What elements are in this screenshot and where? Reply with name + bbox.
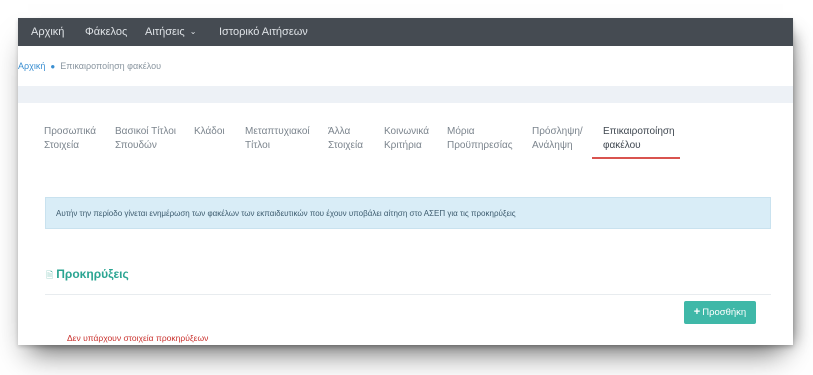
breadcrumb-current: Επικαιροποίηση φακέλου: [60, 61, 162, 71]
tab-label-line1: Προσωπικά: [44, 126, 97, 137]
tab-label-line1: Επικαιροποίηση: [603, 126, 675, 137]
tab-label-line1: Μεταπτυχιακοί: [245, 126, 310, 137]
section-divider: [45, 294, 771, 295]
info-alert-text: Αυτήν την περίοδο γίνεται ενημέρωση των …: [56, 209, 516, 218]
section-title-text: Προκηρύξεις: [56, 267, 129, 281]
app-window: Αρχική Φάκελος Αιτήσεις ⌄ Ιστορικό Αιτήσε…: [18, 18, 793, 345]
tab-label-line2: φακέλου: [603, 140, 641, 151]
info-alert: Αυτήν την περίοδο γίνεται ενημέρωση των …: [45, 197, 771, 229]
top-navbar: Αρχική Φάκελος Αιτήσεις ⌄ Ιστορικό Αιτήσε…: [18, 18, 793, 46]
tab-label-line1: Πρόσληψη/: [532, 126, 583, 137]
tab-label-line2: Τίτλοι: [245, 140, 270, 151]
breadcrumb: Αρχική ● Επικαιροποίηση φακέλου: [18, 46, 793, 86]
nav-applications[interactable]: Αιτήσεις ⌄: [145, 18, 196, 46]
dot-icon: ●: [50, 62, 56, 71]
tab-hiring[interactable]: Πρόσληψη/ Ανάληψη: [532, 125, 583, 153]
nav-folder[interactable]: Φάκελος: [85, 18, 127, 46]
tab-label-line2: Στοιχεία: [44, 140, 80, 151]
add-button[interactable]: + Προσθήκη: [684, 301, 756, 324]
tab-folder-update[interactable]: Επικαιροποίηση φακέλου: [603, 125, 675, 153]
tab-experience-points[interactable]: Μόρια Προϋπηρεσίας: [447, 125, 513, 153]
active-tab-indicator: [592, 157, 680, 159]
breadcrumb-home[interactable]: Αρχική: [18, 61, 45, 71]
tab-social-criteria[interactable]: Κοινωνικά Κριτήρια: [384, 125, 429, 153]
tab-other-info[interactable]: Άλλα Στοιχεία: [328, 125, 363, 153]
tab-label-line1: Άλλα: [328, 126, 351, 137]
tab-label-line2: Σπουδών: [115, 140, 157, 151]
tab-label-line1: Κλάδοι: [194, 126, 225, 137]
document-icon: 🗎: [46, 270, 54, 280]
header-band: [18, 86, 793, 103]
tab-basic-degrees[interactable]: Βασικοί Τίτλοι Σπουδών: [115, 125, 176, 153]
tab-label-line1: Κοινωνικά: [384, 126, 430, 137]
tab-postgraduate-degrees[interactable]: Μεταπτυχιακοί Τίτλοι: [245, 125, 310, 153]
main-panel: Προσωπικά Στοιχεία Βασικοί Τίτλοι Σπουδώ…: [18, 103, 793, 345]
tab-label-line2: Προϋπηρεσίας: [447, 140, 513, 151]
nav-home[interactable]: Αρχική: [31, 18, 64, 46]
empty-state-message: Δεν υπάρχουν στοιχεία προκηρύξεων: [67, 333, 209, 343]
nav-application-history[interactable]: Ιστορικό Αιτήσεων: [219, 18, 308, 46]
tab-label-line2: Ανάληψη: [532, 140, 573, 151]
add-button-label: Προσθήκη: [702, 307, 747, 318]
tab-label-line2: Κριτήρια: [384, 140, 422, 151]
tab-label-line1: Βασικοί Τίτλοι: [115, 126, 177, 137]
nav-applications-label: Αιτήσεις: [145, 26, 185, 38]
tab-label-line1: Μόρια: [447, 126, 475, 137]
chevron-down-icon: ⌄: [189, 27, 197, 36]
plus-icon: +: [693, 306, 701, 318]
section-heading: 🗎 Προκηρύξεις: [46, 267, 129, 284]
tab-personal-info[interactable]: Προσωπικά Στοιχεία: [44, 125, 96, 153]
tab-label-line2: Στοιχεία: [328, 140, 364, 151]
tab-branches[interactable]: Κλάδοι: [194, 125, 225, 139]
